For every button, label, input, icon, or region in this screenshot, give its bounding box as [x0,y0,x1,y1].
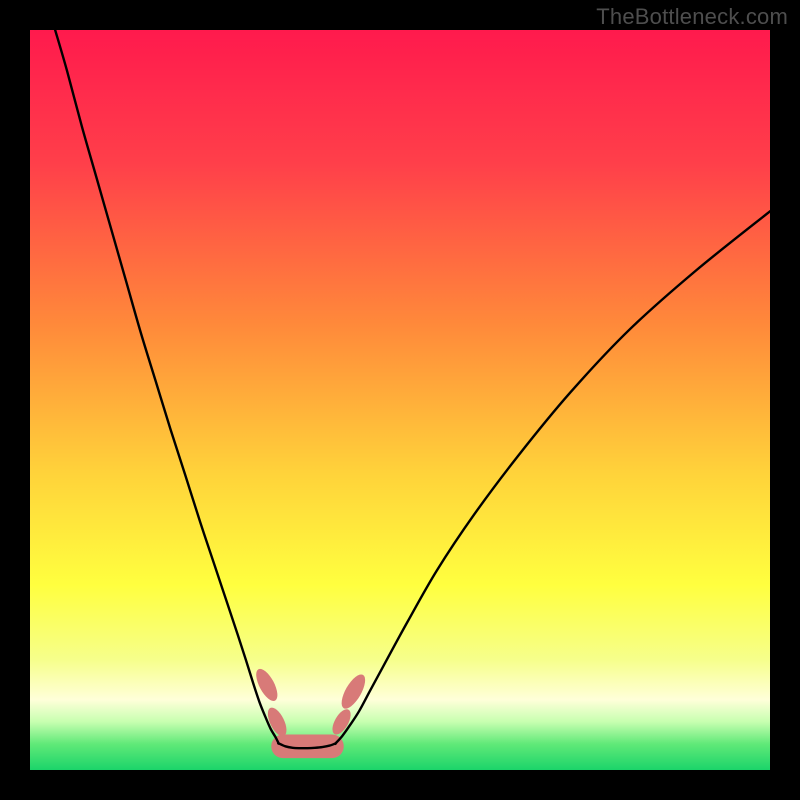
curve-layer [30,30,770,770]
watermark-text: TheBottleneck.com [596,4,788,30]
right-blob-upper [337,671,370,712]
right-blob-lower [329,706,355,737]
left-blob-upper [252,666,282,704]
plot-area [30,30,770,770]
bottleneck-curve [55,30,770,748]
marker-group [252,666,370,758]
chart-frame: TheBottleneck.com [0,0,800,800]
line-group [55,30,770,748]
